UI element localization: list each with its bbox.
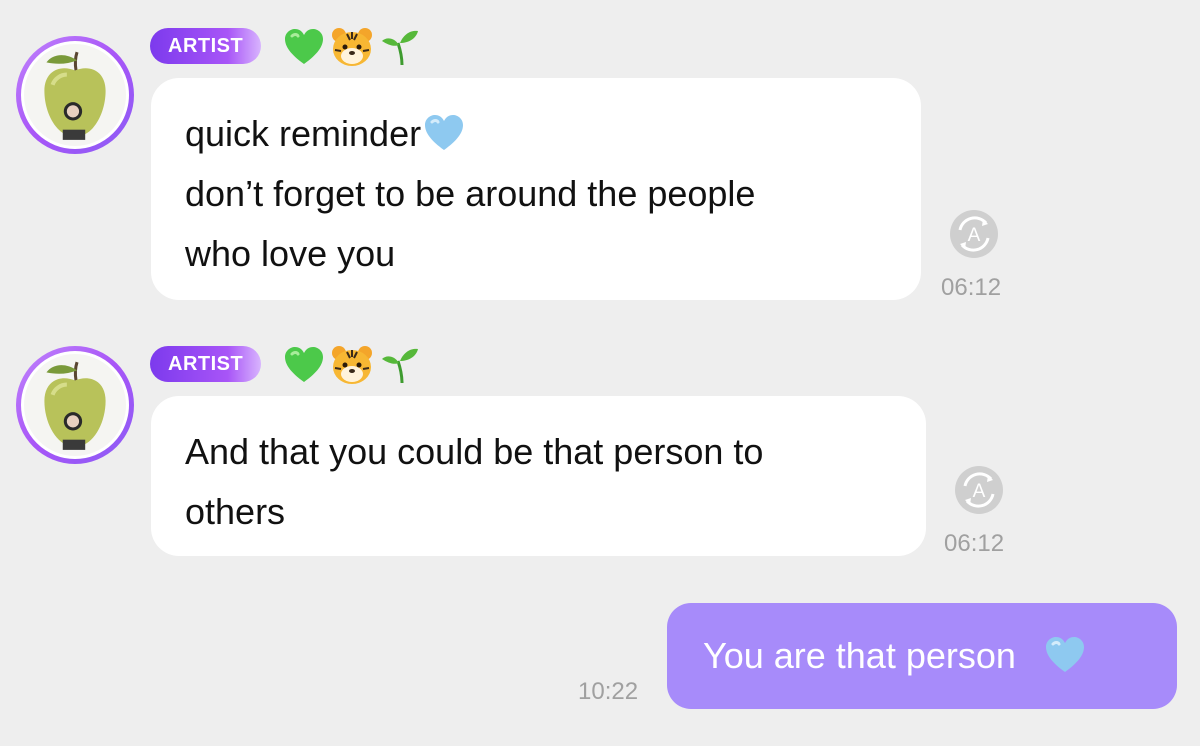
seedling-icon [382, 30, 418, 66]
green-heart-icon [285, 29, 323, 64]
artist-badge: ARTIST [150, 28, 262, 64]
badge-emojis [284, 344, 420, 386]
my-message-bubble[interactable]: You are that person [667, 603, 1177, 709]
artist-badge: ARTIST [150, 346, 262, 382]
artist-avatar[interactable] [16, 36, 134, 154]
reply-time: 10:22 [578, 678, 639, 705]
message-line: others [185, 491, 286, 532]
apple-avatar-image [21, 351, 129, 459]
my-message-text: You are that person [703, 635, 1016, 676]
message-line: who love you [185, 233, 396, 274]
badge-emojis [284, 26, 420, 68]
apple-avatar-image [21, 41, 129, 149]
translate-letter: A [968, 225, 981, 246]
tiger-face-icon [332, 28, 372, 66]
light-blue-heart-icon [1045, 637, 1084, 672]
message-time: 06:12 [944, 530, 1005, 557]
translate-letter: A [973, 481, 986, 502]
green-heart-icon [285, 347, 323, 382]
message-time: 06:12 [941, 274, 1002, 301]
translate-icon[interactable]: A [950, 210, 998, 258]
message-bubble[interactable]: And that you could be that person to oth… [151, 396, 926, 556]
translate-icon[interactable]: A [955, 466, 1003, 514]
tiger-face-icon [332, 346, 372, 384]
light-blue-heart-icon [425, 115, 464, 150]
artist-avatar[interactable] [16, 346, 134, 464]
message-bubble[interactable]: quick reminder don’t forget to be around… [151, 78, 921, 300]
seedling-icon [382, 348, 418, 384]
message-line: And that you could be that person to [185, 431, 764, 472]
message-line: don’t forget to be around the people [185, 173, 756, 214]
message-line: quick reminder [185, 104, 887, 164]
message-text: quick reminder [185, 113, 422, 154]
